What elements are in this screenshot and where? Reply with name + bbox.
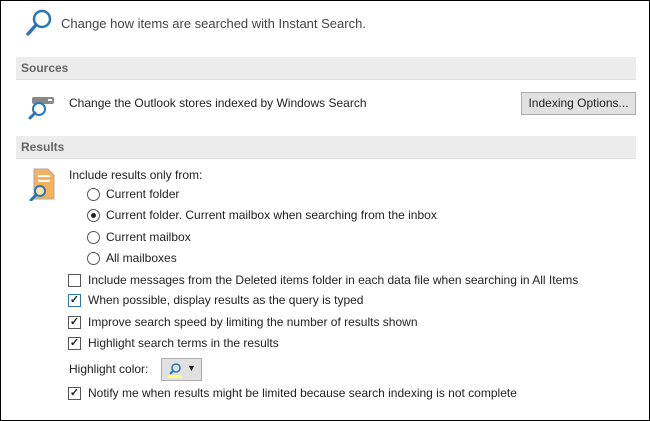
checkbox-label: Improve search speed by limiting the num… (88, 315, 418, 329)
results-section-header: Results (16, 136, 636, 159)
page-title: Change how items are searched with Insta… (61, 16, 366, 31)
checkbox-notify-indexing[interactable]: ✓ (68, 387, 81, 400)
chevron-down-icon: ▼ (187, 363, 196, 373)
radio-label: Current folder (106, 187, 180, 201)
search-icon (26, 9, 52, 36)
radio-current-folder[interactable] (87, 188, 100, 201)
sources-section-header: Sources (16, 57, 636, 80)
radio-label: Current mailbox (106, 230, 191, 244)
highlighter-search-icon (168, 363, 182, 378)
checkbox-limit-results[interactable]: ✓ (68, 316, 81, 329)
include-results-label: Include results only from: (69, 168, 203, 182)
search-results-icon (29, 168, 55, 201)
checkbox-label: When possible, display results as the qu… (88, 293, 364, 307)
checkbox-display-as-typed[interactable]: ✓ (68, 294, 81, 307)
sources-description: Change the Outlook stores indexed by Win… (69, 96, 367, 110)
radio-all-mailboxes[interactable] (87, 252, 100, 265)
highlight-color-label: Highlight color: (69, 362, 149, 376)
indexing-options-button[interactable]: Indexing Options... (521, 92, 636, 115)
search-store-icon (28, 97, 54, 120)
checkbox-label: Highlight search terms in the results (88, 336, 279, 350)
radio-label: All mailboxes (106, 251, 177, 265)
checkbox-label: Include messages from the Deleted items … (88, 273, 579, 287)
radio-current-folder-mailbox[interactable] (87, 209, 100, 222)
radio-current-mailbox[interactable] (87, 231, 100, 244)
checkbox-include-deleted[interactable] (68, 274, 81, 287)
search-options-panel: Change how items are searched with Insta… (0, 0, 650, 421)
checkbox-label: Notify me when results might be limited … (88, 386, 517, 400)
radio-label: Current folder. Current mailbox when sea… (106, 208, 437, 222)
checkbox-highlight-terms[interactable]: ✓ (68, 337, 81, 350)
highlight-color-picker[interactable]: ▼ (161, 358, 202, 381)
